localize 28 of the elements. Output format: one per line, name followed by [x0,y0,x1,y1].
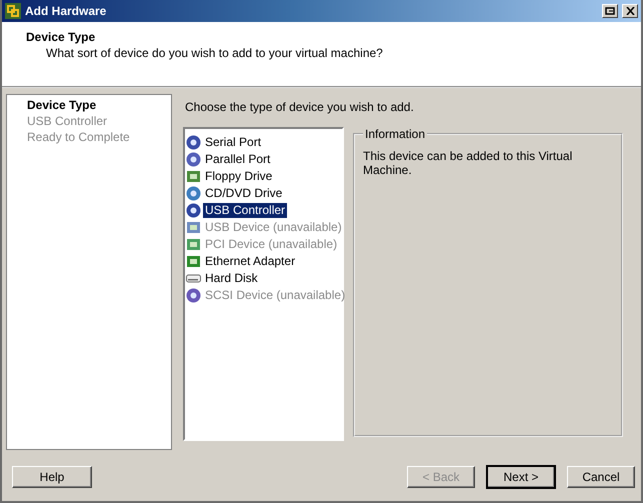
step-item: USB Controller [27,113,108,129]
close-button[interactable] [622,4,638,18]
network-card-icon [186,254,201,269]
device-item[interactable]: Ethernet Adapter [203,254,298,269]
disc-icon [186,288,201,303]
device-item[interactable]: Floppy Drive [203,169,274,184]
device-item[interactable]: USB Controller [203,203,288,218]
restore-icon [605,7,615,15]
app-icon [5,3,21,19]
disc-icon [186,186,201,201]
dialog-button[interactable]: Cancel [567,466,635,488]
device-item[interactable]: Serial Port [203,135,264,150]
device-item[interactable]: Parallel Port [203,152,272,167]
page-title: Device Type [26,30,96,44]
dialog-button[interactable]: Help [12,466,92,488]
device-item[interactable]: Hard Disk [203,271,260,286]
information-text: This device can be added to this Virtual Machine. [363,149,572,177]
card-icon [186,237,201,252]
restore-button[interactable] [602,4,618,18]
device-item[interactable]: CD/DVD Drive [203,186,284,201]
page-subtitle: What sort of device do you wish to add to your virtual machine? [46,46,384,60]
step-item: Device Type [27,97,98,113]
prompt-text: Choose the type of device you wish to add. [185,100,415,114]
close-icon [626,7,634,15]
step-item: Ready to Complete [27,129,131,145]
group-title: Information [364,127,426,141]
window-title: Add Hardware [25,4,108,18]
dialog-button[interactable]: Next > [486,465,556,489]
